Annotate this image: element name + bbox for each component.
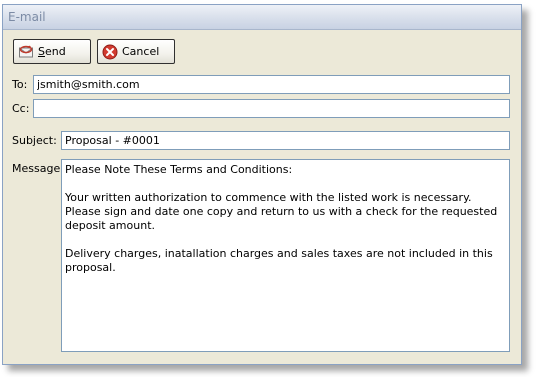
to-field[interactable] — [33, 75, 510, 94]
subject-field[interactable] — [61, 131, 510, 150]
send-mail-icon — [18, 44, 34, 60]
window-title: E-mail — [3, 5, 521, 30]
cancel-x-icon — [102, 44, 118, 60]
subject-label: Subject: — [12, 134, 57, 147]
cc-label: Cc: — [12, 102, 30, 115]
send-button[interactable]: Send — [13, 39, 91, 64]
cancel-button[interactable]: Cancel — [97, 39, 175, 64]
cc-field[interactable] — [33, 99, 510, 118]
send-button-label: Send — [38, 45, 66, 58]
to-label: To: — [12, 78, 28, 91]
message-field[interactable]: Please Note These Terms and Conditions: … — [61, 159, 510, 352]
email-window: E-mail Send Cancel To: Cc: Subject: M — [2, 4, 522, 365]
message-label: Message: — [12, 162, 64, 175]
cancel-button-label: Cancel — [122, 45, 160, 58]
